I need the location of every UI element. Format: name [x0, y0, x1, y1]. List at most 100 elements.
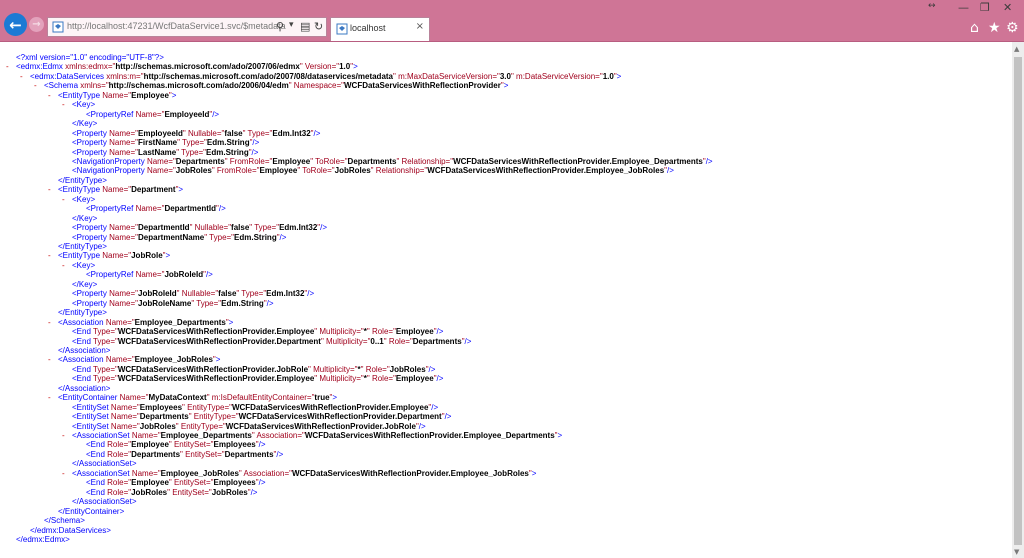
xml-token: WCFDataServicesWithReflectionProvider.De…	[238, 412, 442, 422]
xml-token: <EntityType	[58, 185, 103, 195]
collapse-toggle[interactable]: -	[48, 251, 58, 260]
xml-token: </EntityContainer>	[58, 506, 125, 516]
xml-token: </Key>	[72, 213, 98, 223]
address-bar[interactable]: http://localhost:47231/WcfDataService1.s…	[47, 17, 327, 37]
collapse-toggle[interactable]: -	[48, 318, 58, 327]
xml-token: Name="	[131, 468, 161, 478]
xml-token: xmlns="	[80, 81, 109, 91]
xml-token: >	[228, 317, 234, 327]
collapse-toggle[interactable]: -	[48, 393, 58, 402]
xml-token: Name="	[135, 204, 165, 214]
xml-token: Departments	[139, 412, 189, 422]
collapse-toggle[interactable]: -	[62, 100, 72, 109]
xml-token: JobRoleId	[164, 270, 204, 280]
xml-line: - <Key>	[62, 261, 95, 270]
xml-token: Departments	[412, 336, 462, 346]
xml-token: />	[258, 440, 266, 450]
xml-token: Employee	[395, 374, 434, 384]
tab-localhost[interactable]: localhost ×	[330, 17, 430, 41]
close-icon[interactable]: ×	[416, 21, 424, 32]
home-icon[interactable]: ⌂	[970, 20, 979, 36]
compatibility-icon[interactable]: ▤	[300, 20, 310, 33]
chevron-down-icon[interactable]: ▾	[289, 20, 294, 30]
refresh-icon[interactable]: ↻	[314, 20, 323, 33]
favorites-star-icon[interactable]: ★	[988, 20, 1001, 36]
search-icon[interactable]: ⚲	[276, 20, 284, 33]
xml-line: <Property Name="FirstName" Type="Edm.Str…	[72, 138, 259, 147]
xml-token: Employees	[213, 440, 256, 450]
xml-token: <End	[72, 374, 93, 384]
xml-token: Name="	[146, 156, 176, 166]
xml-token: WCFDataServicesWithReflectionProvider.Em…	[117, 327, 315, 337]
xml-token: " Relationship="	[396, 156, 454, 166]
xml-token: Departments	[347, 156, 397, 166]
vertical-scrollbar[interactable]: ▲ ▼	[1012, 42, 1024, 558]
xml-line: - <EntityType Name="JobRole">	[48, 251, 170, 260]
xml-token: " EntityType="	[188, 412, 239, 422]
scroll-down-icon[interactable]: ▼	[1014, 548, 1019, 556]
xml-token: />	[428, 364, 436, 374]
collapse-toggle[interactable]: -	[6, 62, 16, 71]
collapse-toggle[interactable]: -	[62, 261, 72, 270]
xml-token: >	[165, 251, 171, 261]
collapse-toggle[interactable]: -	[48, 355, 58, 364]
xml-token: Employees	[139, 402, 183, 412]
xml-token: >	[178, 185, 184, 195]
xml-token: >	[332, 393, 338, 403]
xml-line: <End Role="Departments" EntitySet="Depar…	[86, 450, 283, 459]
xml-token: Role="	[107, 487, 132, 497]
tab-arrows-icon[interactable]: ↔	[928, 1, 936, 11]
xml-token: </Key>	[72, 119, 98, 129]
xml-token: WCFDataServicesWithReflectionProvider.Em…	[304, 431, 555, 440]
back-arrow-icon[interactable]: ←	[4, 13, 27, 36]
xml-token: <NavigationProperty	[72, 156, 147, 166]
collapse-toggle[interactable]: -	[34, 81, 44, 90]
xml-line: - <Schema xmlns="http://schemas.microsoft…	[34, 81, 508, 90]
scroll-up-icon[interactable]: ▲	[1014, 45, 1019, 53]
xml-token: Name="	[131, 431, 161, 440]
xml-token: <End	[86, 440, 108, 450]
collapse-toggle[interactable]: -	[48, 91, 58, 100]
xml-token: <Key>	[72, 260, 96, 270]
collapse-toggle[interactable]: -	[62, 195, 72, 204]
settings-gear-icon[interactable]: ⚙	[1006, 20, 1019, 36]
close-window-icon[interactable]: ✕	[1003, 1, 1012, 14]
collapse-toggle[interactable]: -	[62, 431, 72, 440]
xml-token: </EntityType>	[58, 242, 107, 251]
xml-token: />	[250, 487, 258, 497]
address-url[interactable]: http://localhost:47231/WcfDataService1.s…	[67, 21, 286, 31]
tab-title: localhost	[350, 23, 386, 33]
xml-token: </Key>	[72, 279, 98, 289]
xml-token: </edmx:DataServices>	[30, 525, 111, 535]
xml-line: <End Role="Employee" EntitySet="Employee…	[86, 440, 266, 449]
xml-token: Employee	[131, 440, 169, 450]
xml-line: </EntityType>	[58, 242, 107, 251]
xml-line: - <edmx:DataServices xmlns:m="http://sche…	[20, 72, 621, 81]
xml-token: </EntityType>	[58, 308, 107, 318]
xml-token: " Nullable="	[189, 223, 232, 233]
xml-token: " EntitySet="	[167, 487, 212, 497]
forward-arrow-icon[interactable]: →	[29, 17, 44, 32]
xml-token: DepartmentId	[138, 223, 190, 233]
xml-token: 1.0	[339, 62, 351, 72]
xml-token: false	[231, 223, 250, 233]
xml-token: <End	[72, 327, 93, 337]
xml-token: " ToRole="	[310, 156, 348, 166]
xml-line: </EntityContainer>	[58, 507, 124, 516]
xml-token: Departments	[175, 156, 225, 166]
collapse-toggle[interactable]: -	[62, 469, 72, 478]
minimize-icon[interactable]: —	[958, 1, 969, 14]
xml-token: <End	[86, 478, 108, 488]
collapse-toggle[interactable]: -	[20, 72, 30, 81]
scroll-thumb[interactable]	[1014, 57, 1022, 545]
xml-token: />	[252, 138, 260, 148]
xml-token: " m:IsDefaultEntityContainer="	[206, 393, 315, 403]
collapse-toggle[interactable]: -	[48, 185, 58, 194]
restore-icon[interactable]: ❐	[980, 1, 990, 14]
xml-line: - <Key>	[62, 195, 95, 204]
xml-token: " EntitySet="	[180, 449, 225, 459]
xml-token: />	[444, 412, 452, 422]
xml-token: JobRoles	[211, 487, 248, 497]
xml-token: " Type="	[236, 289, 267, 299]
xml-token: WCFDataServicesWithReflectionProvider.Em…	[117, 374, 315, 384]
